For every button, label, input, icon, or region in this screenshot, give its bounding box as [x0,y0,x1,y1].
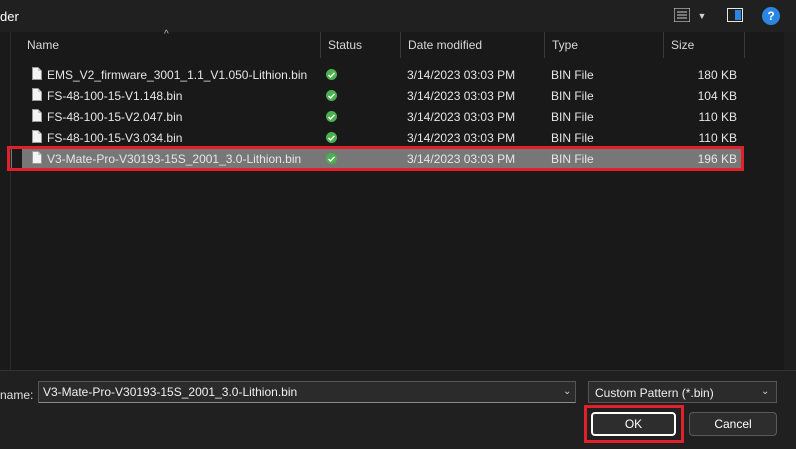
column-date-label: Date modified [408,38,483,52]
navigation-pane-edge[interactable] [0,32,11,370]
chevron-down-icon: ▼ [697,11,707,21]
sort-ascending-icon: ^ [164,29,169,40]
file-name: EMS_V2_firmware_3001_1.1_V1.050-Lithion.… [47,68,308,82]
column-status-label: Status [328,38,363,52]
sync-ok-icon [326,69,337,80]
file-size: 104 KB [697,89,737,103]
file-type: BIN File [551,68,594,82]
dialog-footer: name: ⌄ Custom Pattern (*.bin) ⌄ OK Canc… [0,370,796,449]
file-icon [32,151,42,164]
sync-ok-icon [326,111,337,122]
file-type: BIN File [551,152,594,166]
file-date: 3/14/2023 03:03 PM [407,131,516,145]
view-options-button[interactable]: ▼ [670,6,710,26]
column-header-status[interactable]: Status [320,32,401,58]
column-type-label: Type [552,38,579,52]
file-date: 3/14/2023 03:03 PM [407,89,516,103]
ok-button-label: OK [624,417,643,431]
title-bar: der ▼ ? [0,0,796,32]
file-type: BIN File [551,89,594,103]
filename-combobox[interactable]: ⌄ [38,381,576,403]
chevron-down-icon: ⌄ [761,386,770,397]
file-size: 110 KB [698,131,737,145]
file-row[interactable]: FS-48-100-15-V2.047.bin 3/14/2023 03:03 … [11,106,741,127]
file-size: 196 KB [697,152,737,166]
file-type-filter-value: Custom Pattern (*.bin) [595,386,714,400]
column-header-type[interactable]: Type [544,32,664,58]
help-button[interactable]: ? [762,7,780,25]
file-name: V3-Mate-Pro-V30193-15S_2001_3.0-Lithion.… [47,152,302,166]
vertical-scrollbar[interactable] [784,32,796,370]
file-size: 180 KB [697,68,737,82]
file-type-filter-select[interactable]: Custom Pattern (*.bin) ⌄ [588,381,777,403]
column-header-date-modified[interactable]: Date modified [400,32,545,58]
column-name-label: Name [27,38,60,52]
sync-ok-icon [326,90,337,101]
filename-label: name: [0,388,34,402]
cancel-button-label: Cancel [714,417,752,431]
ok-button[interactable]: OK [591,412,676,436]
file-name: FS-48-100-15-V3.034.bin [47,131,183,145]
file-type: BIN File [551,110,594,124]
sync-ok-icon [326,132,337,143]
chevron-down-icon[interactable]: ⌄ [563,386,571,397]
preview-pane-icon [727,7,743,25]
file-type: BIN File [551,131,594,145]
column-header-name[interactable]: Name ^ [11,29,321,58]
sync-ok-icon [326,153,337,164]
file-list[interactable]: Name ^ Status Date modified Type Size EM… [11,29,784,370]
file-row[interactable]: FS-48-100-15-V1.148.bin 3/14/2023 03:03 … [11,85,741,106]
column-header-size[interactable]: Size [663,32,745,58]
file-date: 3/14/2023 03:03 PM [407,68,516,82]
file-date: 3/14/2023 03:03 PM [407,110,516,124]
list-view-icon [672,6,691,25]
cancel-button[interactable]: Cancel [689,412,777,436]
file-row-selected[interactable]: V3-Mate-Pro-V30193-15S_2001_3.0-Lithion.… [11,148,741,169]
column-size-label: Size [671,38,695,52]
file-row[interactable]: EMS_V2_firmware_3001_1.1_V1.050-Lithion.… [11,64,741,85]
preview-pane-button[interactable] [725,6,745,26]
file-row[interactable]: FS-48-100-15-V3.034.bin 3/14/2023 03:03 … [11,127,741,148]
file-name: FS-48-100-15-V1.148.bin [47,89,183,103]
row-select-checkbox[interactable] [12,149,22,168]
help-icon: ? [767,9,775,23]
file-icon [32,88,42,101]
dialog-title: der [0,9,19,24]
file-icon [32,67,42,80]
file-date: 3/14/2023 03:03 PM [407,152,516,166]
file-name: FS-48-100-15-V2.047.bin [47,110,183,124]
filename-input[interactable] [43,384,548,400]
file-size: 110 KB [698,110,737,124]
file-icon [32,130,42,143]
file-icon [32,109,42,122]
